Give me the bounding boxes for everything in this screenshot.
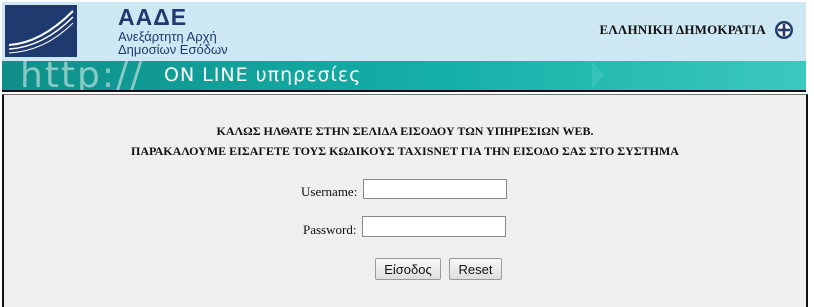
password-label: Password: [303, 222, 357, 237]
greek-emblem-icon [774, 20, 794, 40]
aade-logo-icon [5, 5, 77, 57]
header-divider [2, 90, 806, 92]
online-services-banner: http:// ON LINE υπηρεσίες [2, 61, 806, 90]
header: ΑΑΔΕ Ανεξάρτητη Αρχή Δημοσίων Εσόδων ΕΛΛ… [2, 2, 806, 90]
login-panel: ΚΑΛΩΣ ΗΛΘΑΤΕ ΣΤΗΝ ΣΕΛΙΔΑ ΕΙΣΟΔΟΥ ΤΩΝ ΥΠΗ… [2, 94, 808, 307]
username-label: Username: [301, 184, 358, 199]
banner-online-text: ON LINE υπηρεσίες [164, 64, 362, 86]
login-button[interactable]: Είσοδος [375, 258, 441, 280]
reset-button[interactable]: Reset [449, 258, 502, 280]
banner-http-text: http:// [20, 61, 145, 90]
welcome-message: ΚΑΛΩΣ ΗΛΘΑΤΕ ΣΤΗΝ ΣΕΛΙΔΑ ΕΙΣΟΔΟΥ ΤΩΝ ΥΠΗ… [216, 124, 594, 138]
instructions-message: ΠΑΡΑΚΑΛΟΥΜΕ ΕΙΣΑΓΕΤΕ ΤΟΥΣ ΚΩΔΙΚΟΥΣ TAXIS… [131, 144, 679, 158]
login-page: ΑΑΔΕ Ανεξάρτητη Αρχή Δημοσίων Εσόδων ΕΛΛ… [0, 0, 814, 307]
brand-title: ΑΑΔΕ [118, 4, 188, 30]
republic-label: ΕΛΛΗΝΙΚΗ ΔΗΜΟΚΡΑΤΙΑ [599, 22, 766, 37]
brand-subtitle-line2: Δημοσίων Εσόδων [118, 42, 228, 57]
banner-arrow-icon [592, 61, 604, 90]
username-input[interactable] [363, 179, 507, 199]
password-input[interactable] [362, 216, 506, 237]
